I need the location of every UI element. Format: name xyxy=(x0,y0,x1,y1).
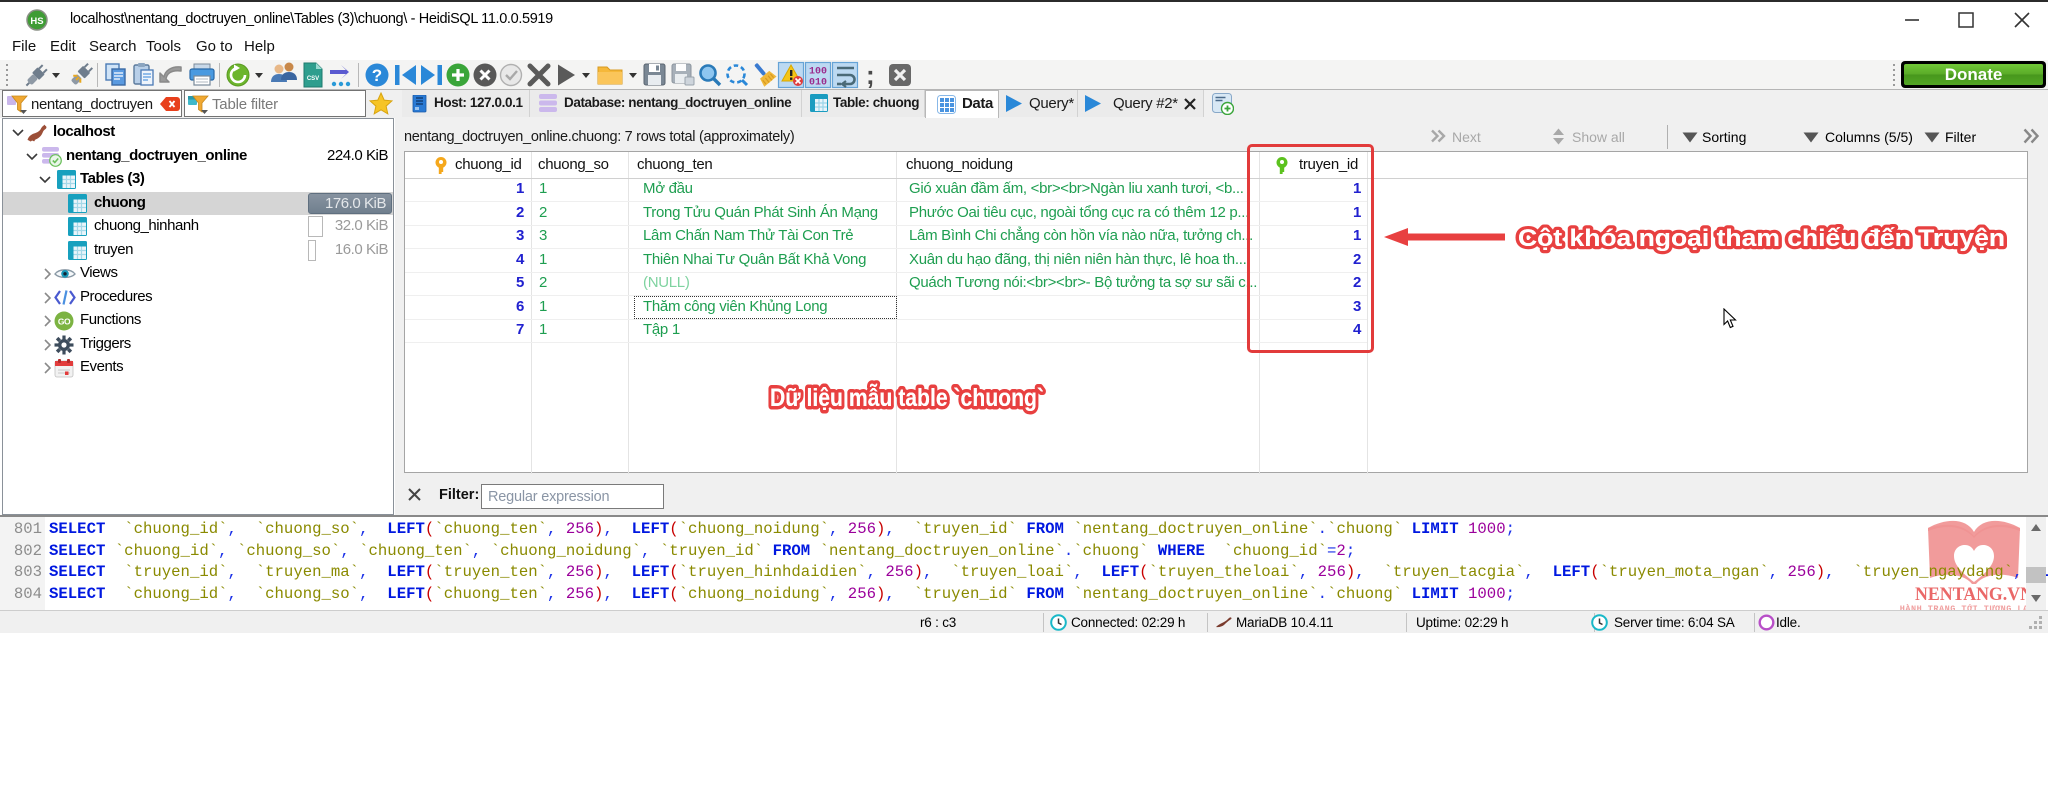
svg-text:100: 100 xyxy=(809,67,827,78)
svg-text:Cột khóa ngoại tham chiếu đến: Cột khóa ngoại tham chiếu đến Truyện xyxy=(1518,225,2005,252)
svg-text:;: ; xyxy=(866,60,875,90)
svg-text:NENTANG.VN: NENTANG.VN xyxy=(1915,584,2033,605)
svg-text:CSV: CSV xyxy=(307,76,319,82)
svg-text:HS: HS xyxy=(30,16,43,27)
svg-text:Dữ liệu mẫu table `chuong`: Dữ liệu mẫu table `chuong` xyxy=(770,382,1044,412)
svg-text:?: ? xyxy=(372,66,382,85)
svg-text:GO: GO xyxy=(58,317,71,327)
svg-text:010: 010 xyxy=(809,78,827,89)
